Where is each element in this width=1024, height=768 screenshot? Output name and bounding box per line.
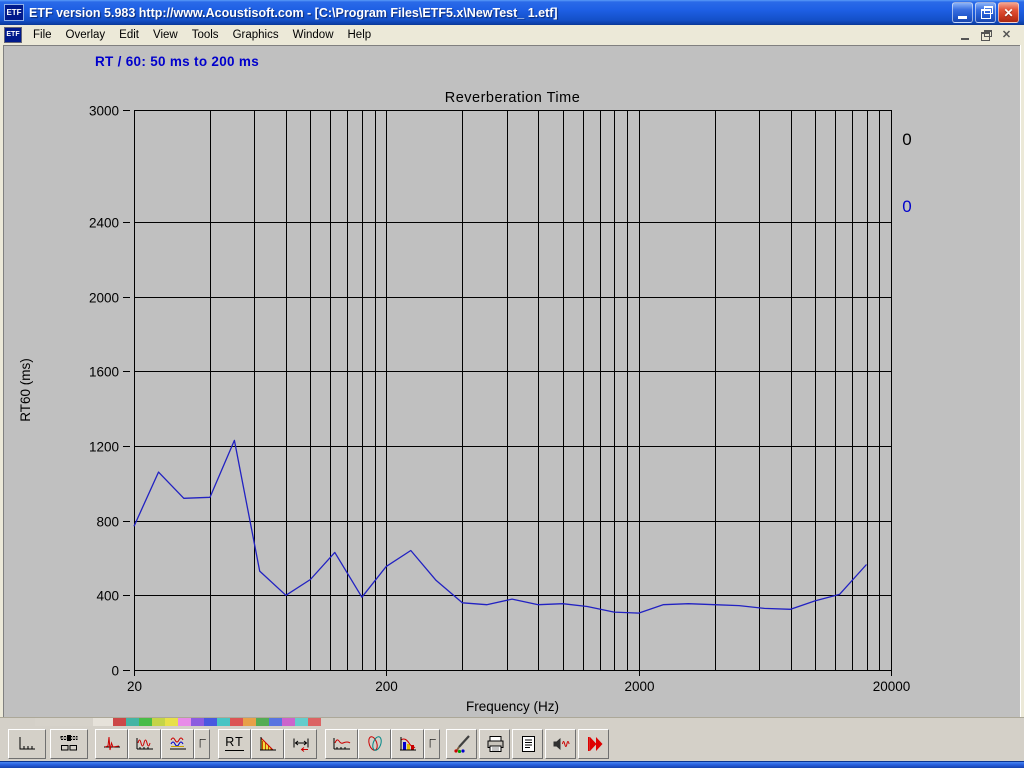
notes-button[interactable] [512,729,543,759]
rt60-button[interactable]: RT [218,729,251,759]
rt60-range-annotation: RT / 60: 50 ms to 200 ms [95,54,259,69]
cutoff-icon-sliver [152,718,165,726]
cutoff-icon-sliver [308,718,321,726]
axis-chart-icon [16,734,38,753]
corner-icon [425,734,439,753]
cutoff-icon-sliver [35,718,93,726]
menu-item-edit[interactable]: Edit [112,27,146,43]
menu-items: FileOverlayEditViewToolsGraphicsWindowHe… [26,27,957,43]
cutoff-icon-sliver [256,718,269,726]
mdi-restore-button[interactable] [978,28,993,42]
layout-icon [58,734,80,753]
cutoff-icon-sliver [191,718,204,726]
etf-app: { "window": { "title": "ETF version 5.98… [0,0,1024,768]
decay-icon [257,734,279,753]
cutoff-icon-sliver [113,718,126,726]
mdi-minimize-icon [961,38,969,40]
waterfall-button[interactable] [358,729,391,759]
axis-corner-button-2[interactable] [424,729,440,759]
color-settings-button[interactable] [446,729,477,759]
menu-item-overlay[interactable]: Overlay [59,27,113,43]
impulse-icon [101,734,123,753]
minimize-button[interactable] [952,2,973,23]
play-icon [583,734,605,753]
multicurve-icon [167,734,189,753]
window-layout-button[interactable] [50,729,88,759]
axis-corner-button[interactable] [194,729,210,759]
gate-time-button[interactable] [284,729,317,759]
menu-item-tools[interactable]: Tools [185,27,226,43]
bars-icon [397,734,419,753]
window-frame-left [0,45,4,717]
toolbar: RT [0,726,1024,761]
printer-icon [484,734,506,753]
cutoff-icon-sliver [269,718,282,726]
pen-icon [451,734,473,753]
signal-output-button[interactable] [545,729,576,759]
document-icon [517,734,539,753]
window-frame-right [1020,45,1024,717]
menu-bar: ETF FileOverlayEditViewToolsGraphicsWind… [0,25,1024,45]
app-icon: ETF [4,4,24,21]
impulse-response-button[interactable] [95,729,128,759]
cutoff-icon-sliver [139,718,152,726]
title-bar: ETF ETF version 5.983 http://www.Acousti… [0,0,1024,25]
mdi-minimize-button[interactable] [957,28,972,42]
speaker-icon [550,734,572,753]
restore-icon [981,9,991,19]
run-measurement-button[interactable] [578,729,609,759]
rt60-button-label: RT [225,736,243,751]
close-button[interactable]: ✕ [998,2,1019,23]
menu-item-graphics[interactable]: Graphics [226,27,286,43]
cutoff-icon-sliver [282,718,295,726]
cutoff-icon-sliver [126,718,139,726]
chart-client-area [0,45,1024,717]
cutoff-icon-sliver [230,718,243,726]
print-button[interactable] [479,729,510,759]
menu-item-window[interactable]: Window [286,27,341,43]
cutoff-icon-sliver [93,718,113,726]
plot-scale-button[interactable] [8,729,46,759]
smooth-icon [331,734,353,753]
energy-decay-button[interactable] [251,729,284,759]
mdi-close-icon: ✕ [1002,30,1011,41]
window-controls: ✕ [952,2,1019,23]
overlay-comparison-button[interactable] [161,729,194,759]
cutoff-icon-sliver [204,718,217,726]
restore-button[interactable] [975,2,996,23]
spectrum-button[interactable] [391,729,424,759]
frequency-response-button[interactable] [128,729,161,759]
minimize-icon [958,16,967,19]
cutoff-icon-sliver [165,718,178,726]
smoothed-response-button[interactable] [325,729,358,759]
loops-icon [364,734,386,753]
mdi-restore-icon [981,32,990,41]
taskbar-edge [0,761,1024,768]
window-title: ETF version 5.983 http://www.Acoustisoft… [29,6,952,20]
menu-item-file[interactable]: File [26,27,59,43]
mdi-close-button[interactable]: ✕ [999,28,1014,42]
menu-item-help[interactable]: Help [341,27,379,43]
cutoff-icon-sliver [295,718,308,726]
mdi-window-controls: ✕ [957,28,1014,42]
cutoff-icon-sliver [217,718,230,726]
cutoff-toolbar-strip [0,717,1024,726]
cutoff-icon-sliver [178,718,191,726]
wave-icon [134,734,156,753]
gate-icon [290,734,312,753]
close-icon: ✕ [1003,7,1013,19]
menu-item-view[interactable]: View [146,27,185,43]
mdi-document-icon: ETF [4,27,22,43]
cutoff-icon-sliver [243,718,256,726]
corner-icon [195,734,209,753]
